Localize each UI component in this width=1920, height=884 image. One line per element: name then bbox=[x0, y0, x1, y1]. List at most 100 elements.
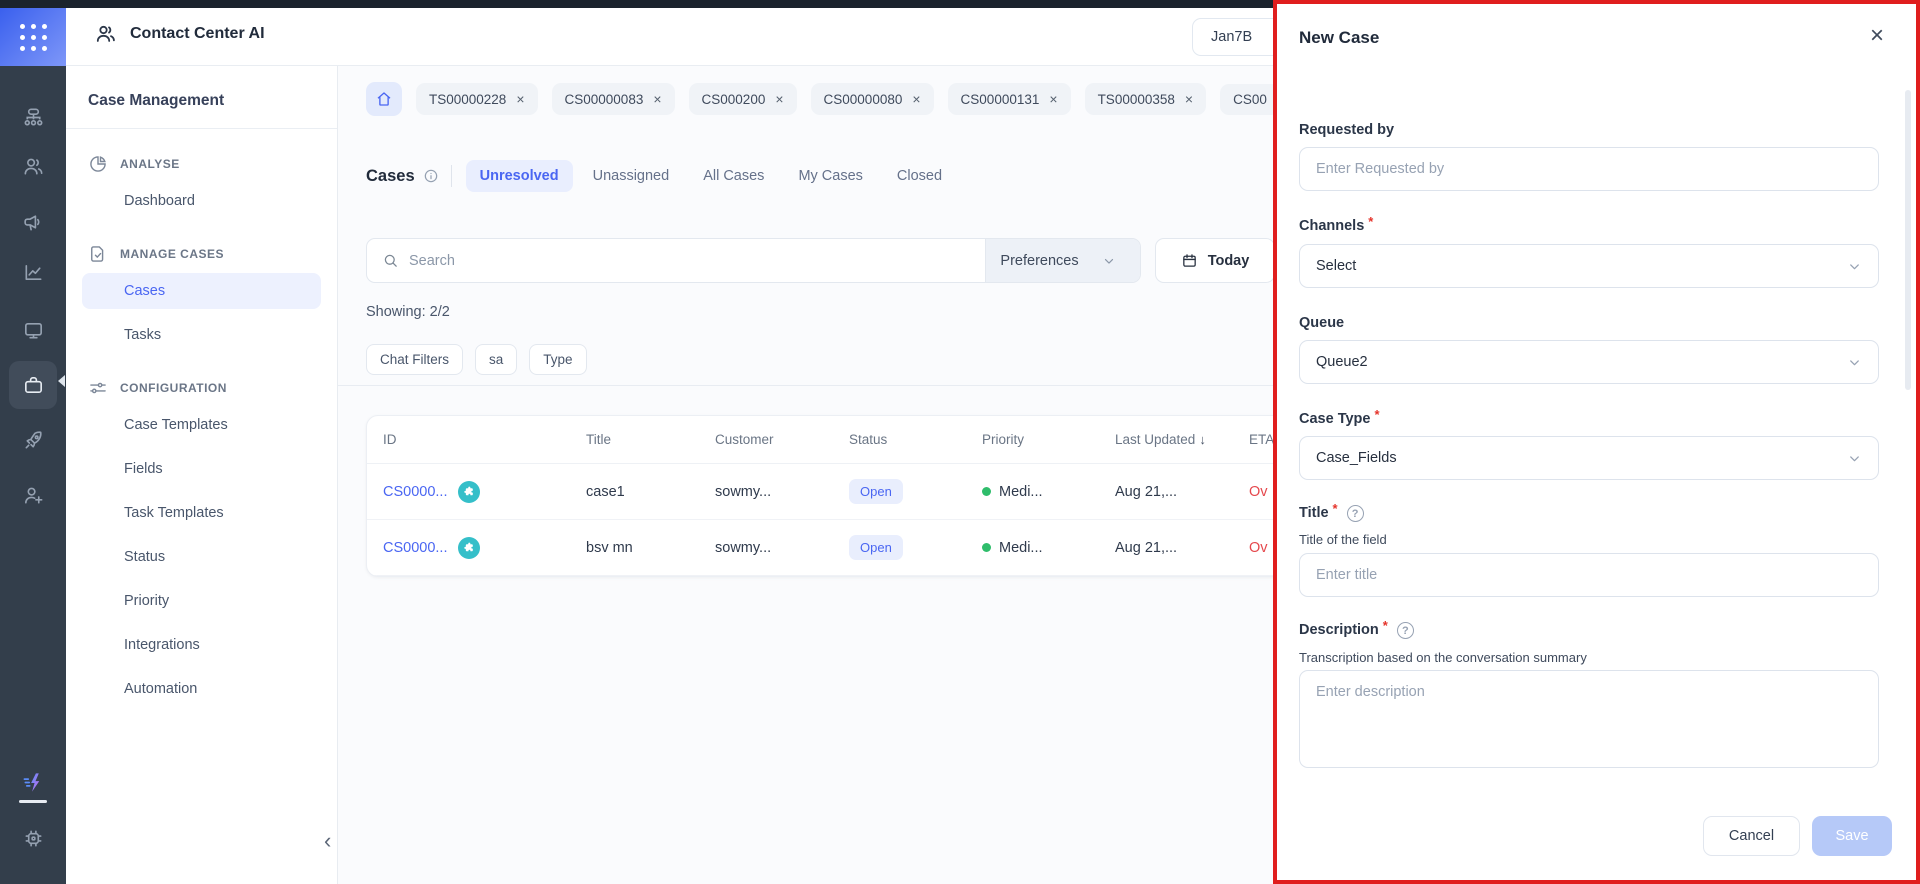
title-input[interactable] bbox=[1299, 553, 1879, 597]
case-id-link[interactable]: CS0000... bbox=[383, 484, 448, 500]
new-case-panel: New Case × Requested by Channels* Select… bbox=[1273, 0, 1920, 884]
case-title: case1 bbox=[570, 484, 699, 500]
tab-my-cases[interactable]: My Cases bbox=[784, 160, 876, 192]
column-last-updated[interactable]: Last Updated↓ bbox=[1099, 432, 1233, 447]
filter-chip-sa[interactable]: sa bbox=[475, 344, 517, 375]
sidebar-item-fields[interactable]: Fields bbox=[82, 451, 321, 487]
search-box: Preferences bbox=[366, 238, 1141, 283]
sidebar-item-status[interactable]: Status bbox=[82, 539, 321, 575]
chevron-down-icon bbox=[1847, 451, 1862, 466]
close-icon[interactable]: × bbox=[1870, 24, 1884, 48]
info-icon[interactable] bbox=[423, 168, 439, 184]
close-icon[interactable]: × bbox=[516, 91, 524, 107]
sidebar-item-integrations[interactable]: Integrations bbox=[82, 627, 321, 663]
workflow-icon[interactable] bbox=[9, 93, 57, 141]
channels-select[interactable]: Select bbox=[1299, 244, 1879, 288]
tab-closed[interactable]: Closed bbox=[883, 160, 956, 192]
case-type-label: Case Type* bbox=[1299, 411, 1380, 427]
column-title[interactable]: Title bbox=[570, 432, 699, 447]
channels-label: Channels* bbox=[1299, 218, 1373, 234]
required-asterisk: * bbox=[1368, 214, 1373, 229]
icon-rail bbox=[0, 8, 66, 884]
sidebar-item-task-templates[interactable]: Task Templates bbox=[82, 495, 321, 531]
cancel-button[interactable]: Cancel bbox=[1703, 816, 1800, 856]
megaphone-icon[interactable] bbox=[9, 198, 57, 246]
case-chip[interactable]: CS00000083× bbox=[552, 83, 675, 115]
home-chip-button[interactable] bbox=[366, 82, 402, 116]
sidebar-item-cases[interactable]: Cases bbox=[82, 273, 321, 309]
help-icon[interactable]: ? bbox=[1347, 505, 1364, 522]
file-check-icon bbox=[88, 244, 108, 264]
app-launcher-button[interactable] bbox=[0, 8, 66, 66]
case-chip[interactable]: TS00000228× bbox=[416, 83, 538, 115]
case-id-link[interactable]: CS0000... bbox=[383, 540, 448, 556]
case-chip[interactable]: CS00000080× bbox=[811, 83, 934, 115]
scrollbar-thumb[interactable] bbox=[1905, 90, 1911, 390]
table-header-row: ID Title Customer Status Priority Last U… bbox=[367, 416, 1273, 464]
line-chart-icon[interactable] bbox=[9, 248, 57, 296]
description-textarea[interactable] bbox=[1299, 670, 1879, 768]
column-id[interactable]: ID bbox=[367, 432, 570, 447]
monitor-icon[interactable] bbox=[9, 306, 57, 354]
case-chip-row: TS00000228× CS00000083× CS000200× CS0000… bbox=[366, 82, 1273, 116]
case-chip[interactable]: TS00000358× bbox=[1085, 83, 1207, 115]
sort-desc-icon[interactable]: ↓ bbox=[1199, 432, 1206, 447]
priority-dot-icon bbox=[982, 543, 991, 552]
tab-unassigned[interactable]: Unassigned bbox=[579, 160, 684, 192]
close-icon[interactable]: × bbox=[1049, 91, 1057, 107]
date-filter-button[interactable]: Today bbox=[1155, 238, 1273, 283]
table-row[interactable]: CS0000... bsv mn sowmy... Open Medi... A… bbox=[367, 520, 1273, 576]
filter-chip-type[interactable]: Type bbox=[529, 344, 586, 375]
case-chip[interactable]: CS000200× bbox=[689, 83, 797, 115]
pie-chart-icon bbox=[88, 154, 108, 174]
sidebar-item-dashboard[interactable]: Dashboard bbox=[82, 183, 321, 219]
cases-header-row: Cases Unresolved Unassigned All Cases My… bbox=[366, 160, 962, 192]
close-icon[interactable]: × bbox=[912, 91, 920, 107]
queue-label: Queue bbox=[1299, 315, 1344, 331]
table-row[interactable]: CS0000... case1 sowmy... Open Medi... Au… bbox=[367, 464, 1273, 520]
brand: Contact Center AI bbox=[94, 22, 265, 46]
tab-unresolved[interactable]: Unresolved bbox=[466, 160, 573, 192]
preferences-dropdown[interactable]: Preferences bbox=[985, 239, 1140, 282]
active-item-caret-icon bbox=[58, 375, 65, 387]
help-icon[interactable]: ? bbox=[1397, 622, 1414, 639]
save-button[interactable]: Save bbox=[1812, 816, 1892, 856]
sidebar-item-case-templates[interactable]: Case Templates bbox=[82, 407, 321, 443]
queue-select[interactable]: Queue2 bbox=[1299, 340, 1879, 384]
case-type-select[interactable]: Case_Fields bbox=[1299, 436, 1879, 480]
case-eta: Ov bbox=[1233, 484, 1273, 500]
user-add-icon[interactable] bbox=[9, 471, 57, 519]
sidebar-collapse-button[interactable]: ‹ bbox=[324, 828, 331, 854]
column-eta[interactable]: ETA bbox=[1233, 432, 1273, 447]
close-icon[interactable]: × bbox=[653, 91, 661, 107]
column-customer[interactable]: Customer bbox=[699, 432, 833, 447]
briefcase-icon[interactable] bbox=[9, 361, 57, 409]
close-icon[interactable]: × bbox=[1185, 91, 1193, 107]
rocket-icon[interactable] bbox=[9, 416, 57, 464]
tab-all-cases[interactable]: All Cases bbox=[689, 160, 778, 192]
chip-settings-icon[interactable] bbox=[9, 814, 57, 862]
sidebar-item-priority[interactable]: Priority bbox=[82, 583, 321, 619]
column-status[interactable]: Status bbox=[833, 432, 966, 447]
rail-divider bbox=[19, 800, 47, 803]
filter-chip-chat-filters[interactable]: Chat Filters bbox=[366, 344, 463, 375]
section-label: MANAGE CASES bbox=[120, 247, 224, 261]
divider bbox=[451, 165, 452, 187]
app-screen: Contact Center AI Jan7B Case Management … bbox=[0, 0, 1920, 884]
section-label: ANALYSE bbox=[120, 157, 180, 171]
search-input[interactable] bbox=[409, 253, 985, 269]
app-title: Contact Center AI bbox=[130, 25, 265, 43]
status-badge: Open bbox=[849, 535, 903, 560]
sidebar-item-automation[interactable]: Automation bbox=[82, 671, 321, 707]
column-priority[interactable]: Priority bbox=[966, 432, 1099, 447]
case-chip[interactable]: CS00000131× bbox=[948, 83, 1071, 115]
case-last-updated: Aug 21,... bbox=[1099, 484, 1233, 500]
sidebar-item-tasks[interactable]: Tasks bbox=[82, 317, 321, 353]
close-icon[interactable]: × bbox=[775, 91, 783, 107]
users-icon[interactable] bbox=[9, 142, 57, 190]
case-customer: sowmy... bbox=[699, 484, 833, 500]
app-grid-icon bbox=[20, 24, 47, 51]
requested-by-input[interactable] bbox=[1299, 147, 1879, 191]
flash-icon[interactable] bbox=[9, 758, 57, 806]
case-chip[interactable]: CS00 bbox=[1220, 84, 1273, 115]
